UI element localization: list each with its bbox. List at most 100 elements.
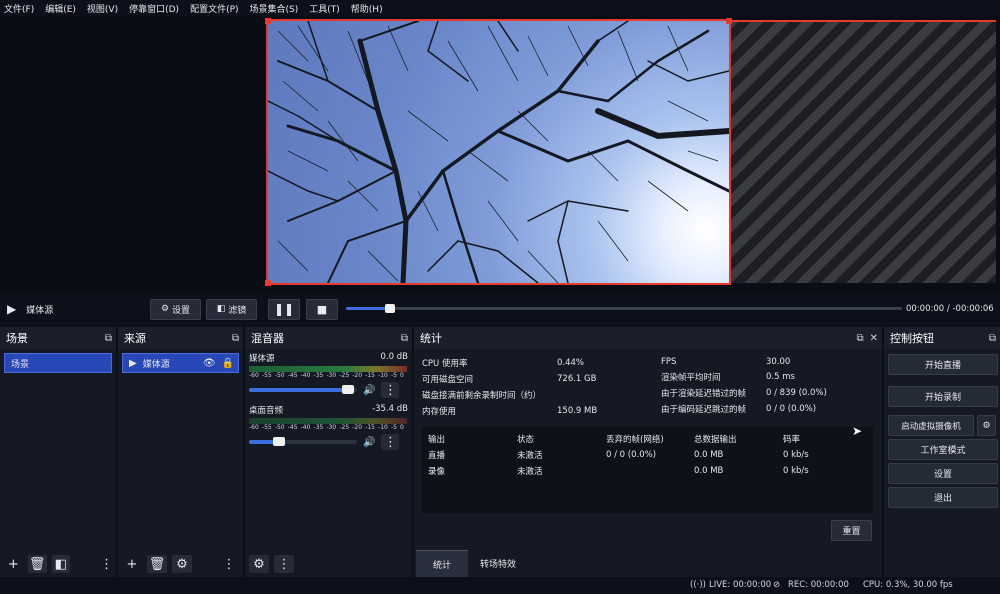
channel-db: -35.4 dB <box>372 404 408 414</box>
settings-button[interactable]: 设置 <box>888 463 998 484</box>
menu-view[interactable]: 视图(V) <box>87 2 118 15</box>
table-cell: 0 / 0 (0.0%) <box>606 450 657 460</box>
sources-title-bar: 来源 ⧉ <box>118 327 243 349</box>
more-vertical-icon[interactable]: ⋮ <box>381 434 400 450</box>
stat-label: 由于渲染延迟错过的帧 <box>661 389 747 399</box>
stat-value: 30.00 <box>766 357 791 367</box>
start-recording-button[interactable]: 开始录制 <box>888 386 998 407</box>
stat-label: CPU 使用率 <box>422 359 468 369</box>
media-source-frame[interactable] <box>266 19 731 285</box>
meter-tick-label: -20 <box>352 424 363 431</box>
volume-slider[interactable] <box>249 437 357 446</box>
outputs-table: 输出 状态 丢弃的帧(网络) 总数据输出 码率 直播 未激活 0 / 0 (0.… <box>422 427 873 513</box>
resize-handle-tl[interactable] <box>265 18 271 24</box>
eye-icon[interactable]: 👁 <box>203 358 216 369</box>
volume-slider[interactable] <box>249 385 357 394</box>
add-icon[interactable]: + <box>4 555 23 573</box>
speaker-icon[interactable]: 🔊 <box>363 385 375 396</box>
tab-transitions[interactable]: 转场特效 <box>468 550 528 577</box>
undock-icon[interactable]: ⧉ <box>989 333 996 344</box>
table-cell: 0.0 MB <box>694 466 724 476</box>
record-icon: ⊘ <box>773 580 781 590</box>
stat-value: 0 / 839 (0.0%) <box>766 388 827 398</box>
mixer-title-bar: 混音器 ⧉ <box>245 327 412 349</box>
sources-toolbar: + 🗑 ⚙ ⋮ <box>118 551 243 577</box>
settings-label: 设置 <box>172 305 191 316</box>
source-settings-button[interactable]: ⚙ 设置 <box>150 298 201 320</box>
stat-value: 0.5 ms <box>766 372 795 382</box>
pause-button[interactable]: ❚❚ <box>268 298 300 320</box>
more-vertical-icon[interactable]: ⋮ <box>219 555 239 573</box>
stat-label: 渲染帧平均时间 <box>661 373 721 383</box>
meter-tick-label: -45 <box>287 424 298 431</box>
lock-icon[interactable]: 🔒 <box>222 358 234 369</box>
undock-icon[interactable]: ⧉ <box>105 333 112 344</box>
undock-icon[interactable]: ⧉ <box>401 333 408 344</box>
volume-slider-knob[interactable] <box>273 437 286 446</box>
channel-name: 媒体源 <box>249 354 275 364</box>
virtual-camera-settings-button[interactable]: ⚙ <box>977 415 996 436</box>
gears-icon[interactable]: ⚙ <box>249 555 269 573</box>
source-filters-button[interactable]: ◧ 滤镜 <box>206 298 257 320</box>
media-seek-track[interactable] <box>346 304 902 313</box>
undock-icon[interactable]: ⧉ <box>856 333 863 344</box>
menu-scene-collection[interactable]: 场景集合(S) <box>250 2 299 15</box>
status-bar: ((·)) LIVE: 00:00:00 ⊘ REC: 00:00:00 CPU… <box>0 577 1000 594</box>
meter-tick-label: -10 <box>378 372 388 379</box>
controls-dock: 控制按钮 ⧉ 开始直播 开始录制 启动虚拟摄像机 ⚙ 工作室模式 设置 退出 <box>884 327 1000 577</box>
close-icon[interactable]: ✕ <box>870 333 878 344</box>
meter-tick-label: -20 <box>352 372 363 379</box>
stop-button[interactable]: ■ <box>306 298 338 320</box>
time-remaining: -00:00:06 <box>952 304 994 314</box>
meter-ticks: -60 -55 -50 -45 -40 -35 -30 -25 -20 -15 -10 -5 0 <box>249 424 408 431</box>
media-seek-knob[interactable] <box>385 304 396 313</box>
stat-label: 内存使用 <box>422 407 457 417</box>
resize-handle-tr[interactable] <box>726 18 732 24</box>
menu-docks[interactable]: 停靠窗口(D) <box>129 2 179 15</box>
menu-edit[interactable]: 编辑(E) <box>45 2 76 15</box>
stat-label: 由于编码延迟跳过的帧 <box>661 405 747 415</box>
menu-help[interactable]: 帮助(H) <box>351 2 383 15</box>
play-icon[interactable]: ▶ <box>7 302 16 316</box>
preview-canvas[interactable] <box>265 18 996 286</box>
add-icon[interactable]: + <box>122 555 142 573</box>
source-list-item[interactable]: ▶ 媒体源 👁 🔒 <box>122 353 239 373</box>
mixer-channel: 媒体源 0.0 dB -60 -55 -50 -45 -40 -35 -30 -25 -20 -1… <box>245 349 412 398</box>
scene-filters-icon[interactable]: ◧ <box>51 555 71 573</box>
start-virtual-camera-button[interactable]: 启动虚拟摄像机 <box>888 415 974 436</box>
media-time: 00:00:00 / -00:00:06 <box>906 304 994 314</box>
tree-branches-image <box>268 21 729 283</box>
start-streaming-button[interactable]: 开始直播 <box>888 354 998 375</box>
menu-profile[interactable]: 配置文件(P) <box>190 2 238 15</box>
stats-tab-bar: 统计 转场特效 <box>416 550 528 577</box>
more-vertical-icon[interactable]: ⋮ <box>381 382 400 398</box>
trash-icon[interactable]: 🗑 <box>27 555 47 573</box>
studio-mode-button[interactable]: 工作室模式 <box>888 439 998 460</box>
menu-file[interactable]: 文件(F) <box>4 2 34 15</box>
volume-slider-knob[interactable] <box>342 385 355 394</box>
meter-tick-label: -10 <box>378 424 388 431</box>
media-source-name: 媒体源 <box>26 305 54 316</box>
preview-area[interactable] <box>0 16 1000 292</box>
sources-dock: 来源 ⧉ ▶ 媒体源 👁 🔒 + 🗑 ⚙ ⋮ <box>118 327 244 577</box>
scene-list-item[interactable]: 场景 <box>4 353 112 373</box>
exit-button[interactable]: 退出 <box>888 487 998 508</box>
table-cell: 未激活 <box>517 451 543 461</box>
scenes-dock: 场景 ⧉ 场景 + 🗑 ◧ ⋮ <box>0 327 117 577</box>
stat-label: 磁盘接满前剩余录制时间（约） <box>422 391 542 401</box>
tab-stats[interactable]: 统计 <box>416 550 468 577</box>
meter-tick-label: -45 <box>287 372 298 379</box>
trash-icon[interactable]: 🗑 <box>147 555 167 573</box>
menu-tools[interactable]: 工具(T) <box>309 2 340 15</box>
stat-value: 150.9 MB <box>557 406 598 416</box>
undock-icon[interactable]: ⧉ <box>232 333 239 344</box>
table-cell: 未激活 <box>517 467 543 477</box>
more-vertical-icon[interactable]: ⋮ <box>274 555 294 573</box>
stats-left-group: CPU 使用率 0.44% 可用磁盘空间 726.1 GB 磁盘接满前剩余录制时间（… <box>422 355 652 419</box>
speaker-icon[interactable]: 🔊 <box>363 437 375 448</box>
stat-value <box>557 387 597 403</box>
reset-stats-button[interactable]: 重置 <box>831 520 872 541</box>
more-vertical-icon[interactable]: ⋮ <box>97 555 116 573</box>
gear-icon[interactable]: ⚙ <box>172 555 192 573</box>
resize-handle-bl[interactable] <box>265 280 271 286</box>
